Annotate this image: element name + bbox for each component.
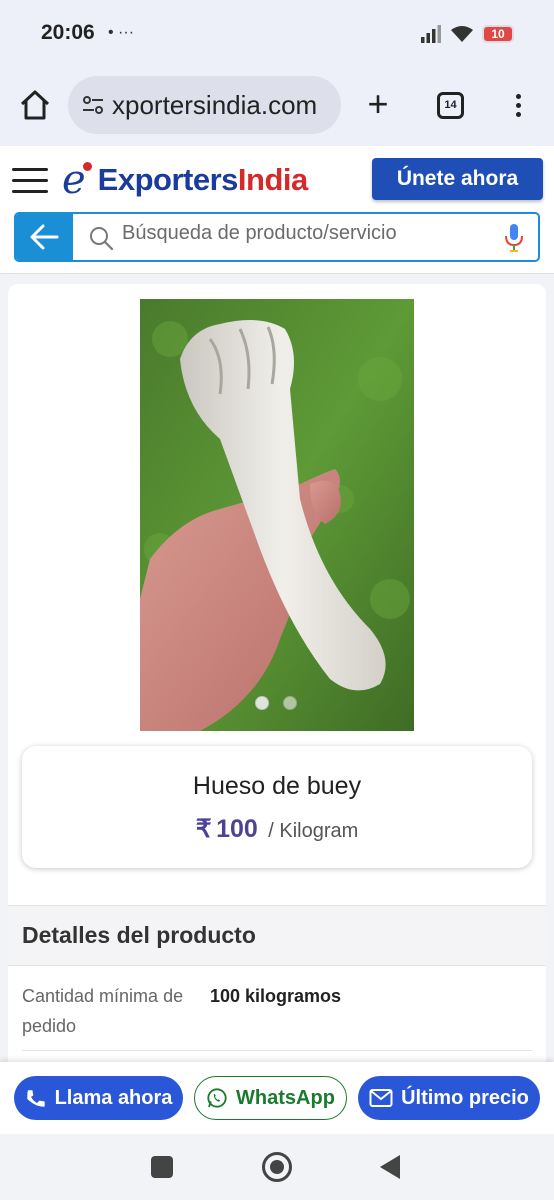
- price-line: ₹ 100 / Kilogram: [22, 814, 532, 844]
- site-settings-icon[interactable]: [81, 93, 105, 117]
- phone-icon: [26, 1090, 45, 1107]
- details-section-header: Detalles del producto: [8, 905, 546, 966]
- action-bar: Llama ahora WhatsApp Último precio: [0, 1062, 554, 1134]
- more-vert-icon[interactable]: [510, 92, 526, 122]
- price-value: 100: [216, 815, 258, 843]
- join-now-button[interactable]: Únete ahora: [372, 158, 543, 200]
- site-header: e ExportersIndia Únete ahora Búsqueda de…: [0, 146, 554, 274]
- status-time: 20:06: [41, 21, 95, 44]
- call-now-label: Llama ahora: [54, 1086, 173, 1109]
- address-bar[interactable]: xportersindia.com: [68, 76, 341, 134]
- logo-text: ExportersIndia: [97, 162, 309, 197]
- notification-icons: • ···: [108, 24, 135, 41]
- carousel-dot[interactable]: [255, 696, 269, 710]
- tab-switcher-icon[interactable]: 14: [437, 92, 464, 119]
- site-logo[interactable]: e ExportersIndia: [62, 158, 308, 202]
- logo-mark: e: [62, 160, 92, 200]
- product-image[interactable]: [140, 299, 414, 731]
- microphone-icon[interactable]: [504, 223, 524, 253]
- detail-label-min-order: Cantidad mínima de pedido: [22, 986, 184, 1036]
- product-title: Hueso de buey: [192, 772, 362, 800]
- battery-icon: 10: [482, 25, 514, 43]
- arrow-left-icon: [30, 224, 59, 250]
- system-navigation-bar: [0, 1134, 554, 1200]
- price-unit: / Kilogram: [268, 820, 359, 842]
- whatsapp-icon: [207, 1088, 227, 1108]
- status-bar: 20:06 • ··· 10: [0, 0, 554, 68]
- whatsapp-button[interactable]: WhatsApp: [194, 1076, 347, 1120]
- product-photo-art: [140, 299, 414, 731]
- wifi-icon: [451, 26, 473, 42]
- latest-price-button[interactable]: Último precio: [358, 1076, 540, 1120]
- search-bar: Búsqueda de producto/servicio: [14, 212, 540, 262]
- latest-price-label: Último precio: [401, 1086, 529, 1109]
- divider: [22, 1050, 532, 1051]
- product-card: Hueso de buey ₹ 100 / Kilogram Detalles …: [8, 284, 546, 1074]
- whatsapp-label: WhatsApp: [236, 1086, 335, 1109]
- signal-icon: [421, 25, 441, 43]
- recents-icon[interactable]: [151, 1156, 173, 1178]
- price-card: Hueso de buey ₹ 100 / Kilogram: [22, 746, 532, 868]
- details-title: Detalles del producto: [22, 922, 256, 948]
- mail-icon: [369, 1089, 393, 1107]
- browser-toolbar: xportersindia.com + 14: [0, 68, 554, 146]
- nav-back-icon[interactable]: [380, 1155, 400, 1179]
- home-icon[interactable]: [18, 88, 52, 122]
- detail-value-min-order: 100 kilogramos: [210, 986, 342, 1006]
- carousel-dot[interactable]: [283, 696, 297, 710]
- search-input[interactable]: Búsqueda de producto/servicio: [122, 222, 397, 245]
- price-currency: ₹: [195, 815, 212, 843]
- plus-icon[interactable]: +: [362, 86, 394, 122]
- search-back-button[interactable]: [16, 214, 73, 260]
- carousel-dots[interactable]: [255, 696, 297, 710]
- status-right-icons: 10: [420, 24, 514, 44]
- nav-home-icon[interactable]: [262, 1152, 292, 1182]
- hamburger-icon[interactable]: [12, 168, 48, 194]
- search-icon: [90, 227, 114, 251]
- url-text: xportersindia.com: [112, 90, 318, 120]
- call-now-button[interactable]: Llama ahora: [14, 1076, 183, 1120]
